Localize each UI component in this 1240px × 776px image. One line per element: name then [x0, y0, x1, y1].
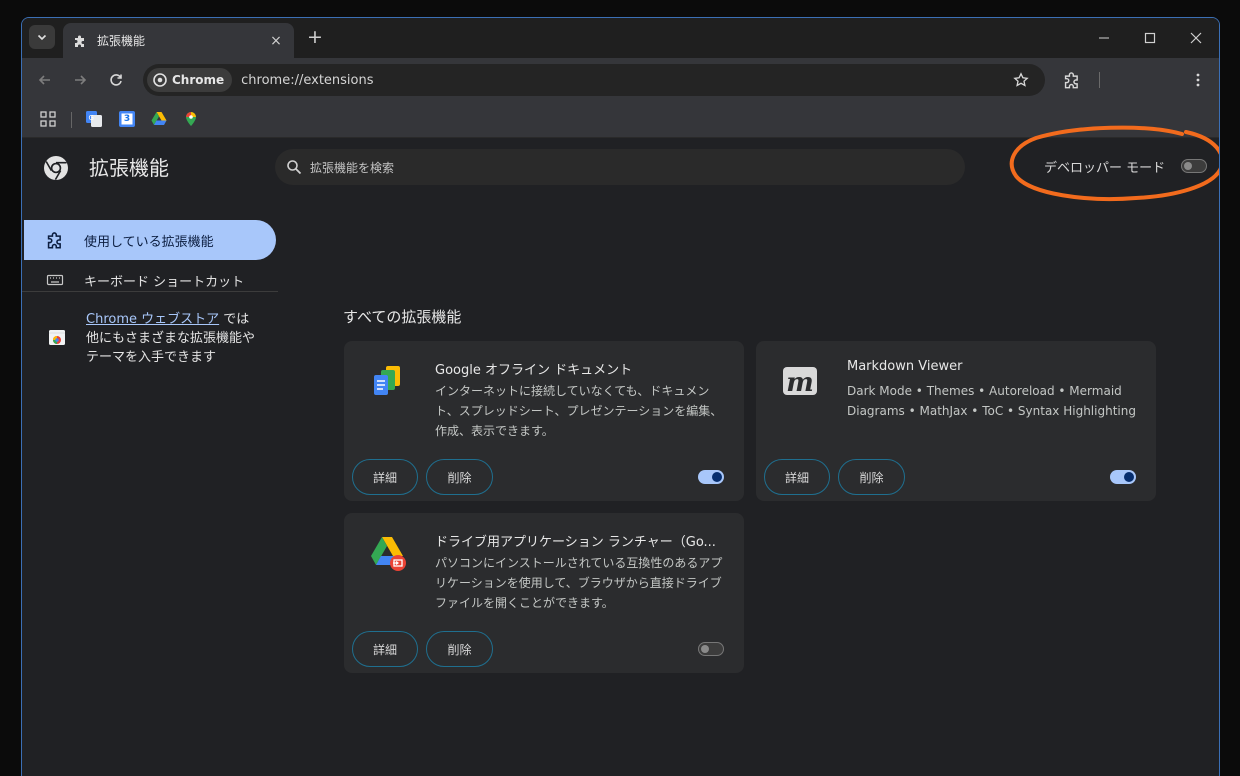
web-store-link[interactable]: Chrome ウェブストア	[86, 312, 219, 327]
arrow-left-icon	[38, 75, 50, 85]
chevron-down-icon	[37, 34, 47, 41]
forward-button[interactable]	[68, 68, 92, 92]
apps-grid-icon[interactable]	[40, 111, 56, 127]
toolbar-divider	[1099, 72, 1100, 88]
extensions-menu-button[interactable]	[1060, 68, 1084, 92]
details-button[interactable]: 詳細	[352, 459, 418, 495]
section-title: すべての拡張機能	[343, 308, 462, 326]
extension-enable-toggle[interactable]	[1110, 470, 1136, 484]
maximize-button[interactable]	[1127, 24, 1173, 52]
extension-card: Google オフライン ドキュメント インターネットに接続していなくても、ドキ…	[344, 341, 744, 501]
details-button[interactable]: 詳細	[352, 631, 418, 667]
omnibox[interactable]: Chrome chrome://extensions	[143, 64, 1045, 96]
extension-description: パソコンにインストールされている互換性のあるアプリケーションを使用して、ブラウザ…	[435, 556, 723, 610]
tab-extensions[interactable]: 拡張機能 ×	[63, 23, 294, 58]
star-icon	[1013, 72, 1029, 87]
remove-button[interactable]: 削除	[426, 631, 493, 667]
extension-name: Google オフライン ドキュメント	[435, 363, 633, 378]
google-drive-icon[interactable]	[151, 111, 167, 127]
remove-button[interactable]: 削除	[838, 459, 905, 495]
chip-label: Chrome	[172, 73, 225, 87]
web-store-text-suffix: では	[219, 312, 250, 327]
reload-button[interactable]	[104, 68, 128, 92]
puzzle-icon	[1064, 72, 1078, 89]
puzzle-icon	[75, 35, 84, 47]
new-tab-button[interactable]: +	[303, 25, 327, 49]
tab-title: 拡張機能	[97, 34, 146, 48]
sidebar-item-label: キーボード ショートカット	[84, 274, 245, 290]
extension-name: Markdown Viewer	[847, 359, 963, 374]
remove-button[interactable]: 削除	[426, 459, 493, 495]
minimize-button[interactable]	[1081, 24, 1127, 52]
bookmark-star-button[interactable]	[1009, 68, 1033, 92]
markdown-viewer-icon: m	[783, 367, 817, 398]
browser-window: 拡張機能 × + Chrome chrome://extensions G 3 …	[21, 17, 1220, 776]
svg-text:G: G	[89, 114, 94, 122]
search-input[interactable]: 拡張機能を検索	[275, 149, 965, 185]
google-docs-offline-icon	[374, 366, 400, 395]
keyboard-icon	[46, 274, 64, 286]
tab-close-icon[interactable]: ×	[268, 33, 284, 49]
reload-icon	[110, 74, 122, 86]
google-maps-icon[interactable]	[183, 111, 199, 127]
arrow-right-icon	[75, 75, 87, 85]
sidebar-item-label: 使用している拡張機能	[84, 234, 214, 250]
toggle-knob	[712, 472, 722, 482]
chrome-logo-icon	[153, 73, 167, 87]
web-store-promo: Chrome ウェブストア では 他にもさまざまな拡張機能やテーマを入手できます	[86, 310, 266, 367]
tab-search-button[interactable]	[29, 25, 55, 49]
maximize-icon	[1144, 32, 1156, 44]
search-icon	[287, 160, 302, 175]
web-store-text: 他にもさまざまな拡張機能やテーマを入手できます	[86, 331, 256, 365]
toggle-knob	[701, 645, 709, 653]
minimize-icon	[1099, 37, 1109, 39]
chrome-web-store-icon	[49, 330, 65, 345]
extension-name: ドライブ用アプリケーション ランチャー（Go...	[435, 535, 716, 550]
page-title: 拡張機能	[89, 156, 169, 180]
search-placeholder: 拡張機能を検索	[310, 160, 395, 175]
chrome-logo-icon	[44, 156, 68, 181]
more-vertical-icon	[1196, 73, 1200, 87]
google-calendar-icon[interactable]: 3	[119, 111, 135, 127]
close-icon	[1190, 32, 1202, 44]
extension-description: Dark Mode • Themes • Autoreload • Mermai…	[847, 384, 1136, 418]
extension-description: インターネットに接続していなくても、ドキュメント、スプレッドシート、プレゼンテー…	[435, 384, 723, 438]
bookmarks-divider	[71, 112, 72, 128]
url-text: chrome://extensions	[241, 72, 374, 88]
back-button[interactable]	[33, 68, 57, 92]
sidebar-item-keyboard-shortcuts[interactable]: キーボード ショートカット	[24, 260, 276, 300]
tab-strip: 拡張機能 × +	[22, 18, 1219, 58]
details-button[interactable]: 詳細	[764, 459, 830, 495]
google-translate-icon[interactable]: G	[86, 111, 102, 127]
extension-card: m Markdown Viewer Dark Mode • Themes • A…	[756, 341, 1156, 501]
sidebar-divider	[22, 291, 278, 292]
extension-enable-toggle[interactable]	[698, 470, 724, 484]
extension-enable-toggle[interactable]	[698, 642, 724, 656]
sidebar-item-my-extensions[interactable]: 使用している拡張機能	[24, 220, 276, 260]
puzzle-icon	[47, 232, 61, 249]
svg-text:m: m	[786, 368, 814, 398]
site-info-chip[interactable]: Chrome	[147, 68, 233, 92]
extensions-page: 拡張機能 拡張機能を検索 デベロッパー モード 使用している拡張機能 キーボード…	[22, 125, 1219, 776]
toggle-knob	[1124, 472, 1134, 482]
drive-app-launcher-icon	[371, 537, 406, 571]
calendar-day: 3	[123, 114, 131, 124]
toolbar: Chrome chrome://extensions	[22, 58, 1219, 102]
close-window-button[interactable]	[1173, 24, 1219, 52]
highlight-circle-annotation	[1009, 125, 1219, 202]
extension-card: ドライブ用アプリケーション ランチャー（Go... パソコンにインストールされて…	[344, 513, 744, 673]
menu-button[interactable]	[1186, 68, 1210, 92]
